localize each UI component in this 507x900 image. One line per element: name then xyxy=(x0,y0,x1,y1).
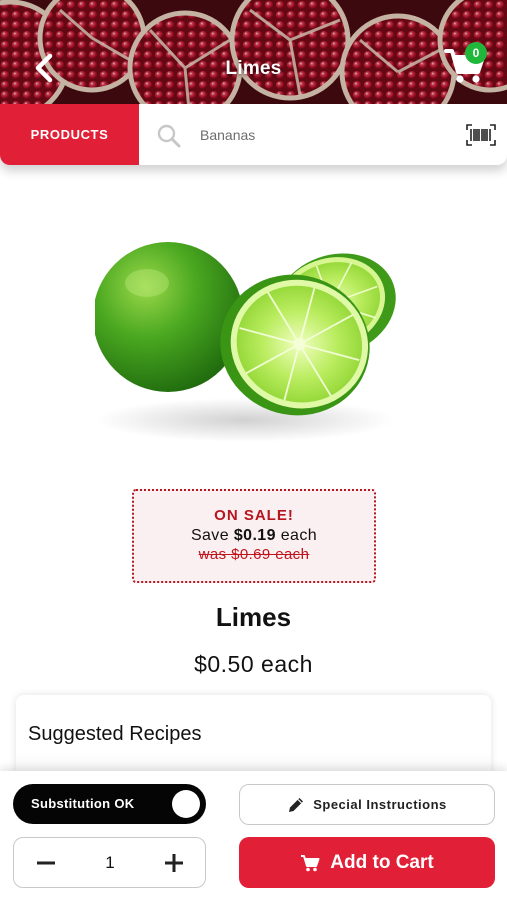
plus-icon xyxy=(165,853,183,872)
products-category-button[interactable]: PRODUCTS xyxy=(0,104,139,165)
product-image-limes xyxy=(95,242,396,442)
search-bar: PRODUCTS xyxy=(0,104,507,165)
recipes-title: Suggested Recipes xyxy=(28,723,202,745)
barcode-scan-button[interactable] xyxy=(466,124,496,146)
product-price: $0.50 each xyxy=(194,651,313,677)
search-icon xyxy=(157,124,181,148)
sale-savings: Save $0.19 each xyxy=(134,527,374,545)
increase-quantity-button[interactable] xyxy=(142,838,206,887)
sale-save-amount: $0.19 xyxy=(233,527,276,544)
sale-save-prefix: Save xyxy=(190,527,234,544)
barcode-icon xyxy=(466,124,496,146)
cart-count-badge: 0 xyxy=(465,42,487,64)
add-to-cart-label: Add to Cart xyxy=(330,851,434,873)
header-banner: Limes 0 xyxy=(0,0,507,104)
sale-was-price: was $0.69 each xyxy=(198,546,310,563)
search-input[interactable] xyxy=(200,122,450,148)
substitution-toggle[interactable]: Substitution OK xyxy=(13,784,206,824)
sale-callout: ON SALE! Save $0.19 each was $0.69 each xyxy=(132,489,376,583)
pomegranate-banner-image xyxy=(0,0,507,104)
minus-icon xyxy=(37,861,55,864)
quantity-stepper: 1 xyxy=(13,837,206,888)
sale-save-suffix: each xyxy=(275,527,318,544)
substitution-label: Substitution OK xyxy=(31,796,135,811)
page-title: Limes xyxy=(225,58,282,79)
product-name: Limes xyxy=(215,602,292,632)
pencil-icon xyxy=(289,797,304,812)
cart-icon xyxy=(301,854,320,871)
special-instructions-button[interactable]: Special Instructions xyxy=(239,784,495,825)
add-to-cart-button[interactable]: Add to Cart xyxy=(239,837,495,888)
sale-heading: ON SALE! xyxy=(214,507,294,524)
toggle-knob[interactable] xyxy=(172,790,200,818)
special-instructions-label: Special Instructions xyxy=(313,797,447,812)
decrease-quantity-button[interactable] xyxy=(14,838,78,887)
quantity-value: 1 xyxy=(105,852,115,872)
